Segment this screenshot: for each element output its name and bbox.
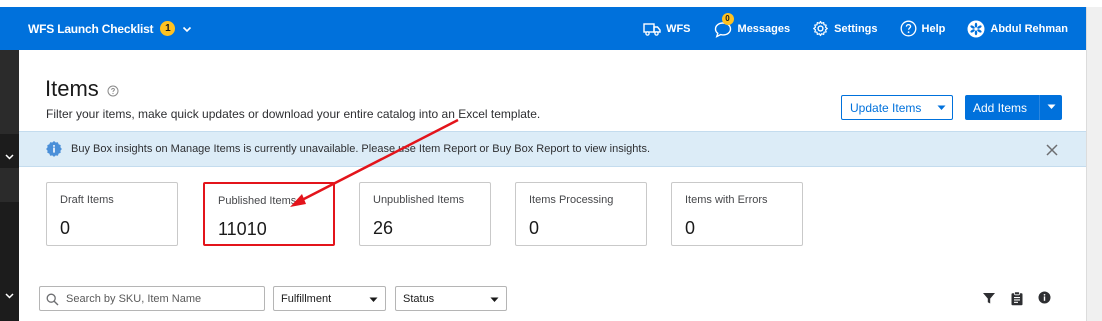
nav-messages[interactable]: 0 Messages [713,12,791,39]
update-items-button[interactable]: Update Items [841,95,953,120]
table-tools [982,291,1051,306]
help-circle-icon[interactable] [107,85,119,97]
checklist-badge: 1 [160,21,176,36]
filter-icon[interactable] [982,291,996,305]
avatar-icon [967,20,985,37]
card-value: 26 [373,218,394,238]
summary-card-unpublished[interactable]: Unpublished Items 26 [359,182,491,246]
nav-settings-label: Settings [834,22,878,35]
fulfillment-select[interactable]: Fulfillment [273,286,386,311]
card-value: 11010 [218,219,267,239]
gear-icon [813,20,829,37]
chevron-down-icon[interactable] [4,290,15,301]
card-value: 0 [529,218,540,238]
summary-card-draft[interactable]: Draft Items 0 [46,182,178,246]
main-content: Items Filter your items, make quick upda… [19,50,1086,321]
caret-down-icon [937,105,946,110]
update-items-label: Update Items [850,100,922,115]
search-box[interactable] [39,286,265,311]
info-banner: Buy Box insights on Manage Items is curr… [19,131,1086,167]
caret-down-icon [369,297,378,302]
search-icon [46,293,59,306]
search-input[interactable] [66,290,260,307]
clipboard-icon[interactable] [1010,291,1024,306]
nav-user[interactable]: Abdul Rehman [967,20,1068,38]
summary-card-published[interactable]: Published Items 11010 [203,182,335,246]
card-value: 0 [685,218,696,238]
left-sidebar-rail [0,50,19,321]
caret-down-icon[interactable] [1047,104,1056,110]
summary-card-processing[interactable]: Items Processing 0 [515,182,647,246]
add-items-button[interactable]: Add Items [965,95,1062,120]
nav-wfs[interactable]: WFS [643,22,691,36]
chevron-down-icon [183,26,192,32]
status-select[interactable]: Status [395,286,507,311]
card-label: Published Items [218,195,297,207]
truck-icon [643,22,661,36]
nav-wfs-label: WFS [666,22,691,35]
card-label: Items with Errors [685,194,768,206]
summary-card-errors[interactable]: Items with Errors 0 [671,182,803,246]
add-items-label: Add Items [973,100,1028,115]
messages-badge: 0 [721,12,734,25]
nav-messages-label: Messages [737,22,791,35]
nav-settings[interactable]: Settings [812,20,878,37]
app-frame: WFS Launch Checklist 1 WFS 0 Messages Se… [0,0,1102,321]
caret-down-icon [490,297,499,302]
scrollbar-gutter[interactable] [1086,7,1102,321]
nav-user-label: Abdul Rehman [990,22,1068,35]
page-subtitle: Filter your items, make quick updates or… [46,107,541,121]
launch-checklist-label: WFS Launch Checklist [28,21,154,36]
card-label: Draft Items [60,194,114,206]
top-navigation-bar: WFS Launch Checklist 1 WFS 0 Messages Se… [0,7,1086,50]
status-select-value: Status [403,292,435,305]
help-circle-icon [900,20,916,37]
info-icon[interactable] [1038,291,1051,304]
chevron-down-icon[interactable] [4,151,15,162]
fulfillment-select-value: Fulfillment [281,292,332,305]
info-icon [46,141,62,157]
messages-icon-wrap: 0 [713,12,734,39]
top-nav-right: WFS 0 Messages Settings Help Abdul Rehma… [621,7,1068,50]
card-label: Items Processing [529,194,614,206]
nav-help-label: Help [921,22,946,35]
card-label: Unpublished Items [373,194,465,206]
card-value: 0 [60,218,71,238]
nav-help[interactable]: Help [900,20,946,37]
page-title: Items [45,76,99,101]
close-icon[interactable] [1046,144,1058,156]
page-title-row: Items [45,76,119,102]
banner-message: Buy Box insights on Manage Items is curr… [71,143,651,155]
rail-section [0,202,19,321]
button-divider [1039,95,1040,120]
launch-checklist[interactable]: WFS Launch Checklist 1 [28,7,192,50]
